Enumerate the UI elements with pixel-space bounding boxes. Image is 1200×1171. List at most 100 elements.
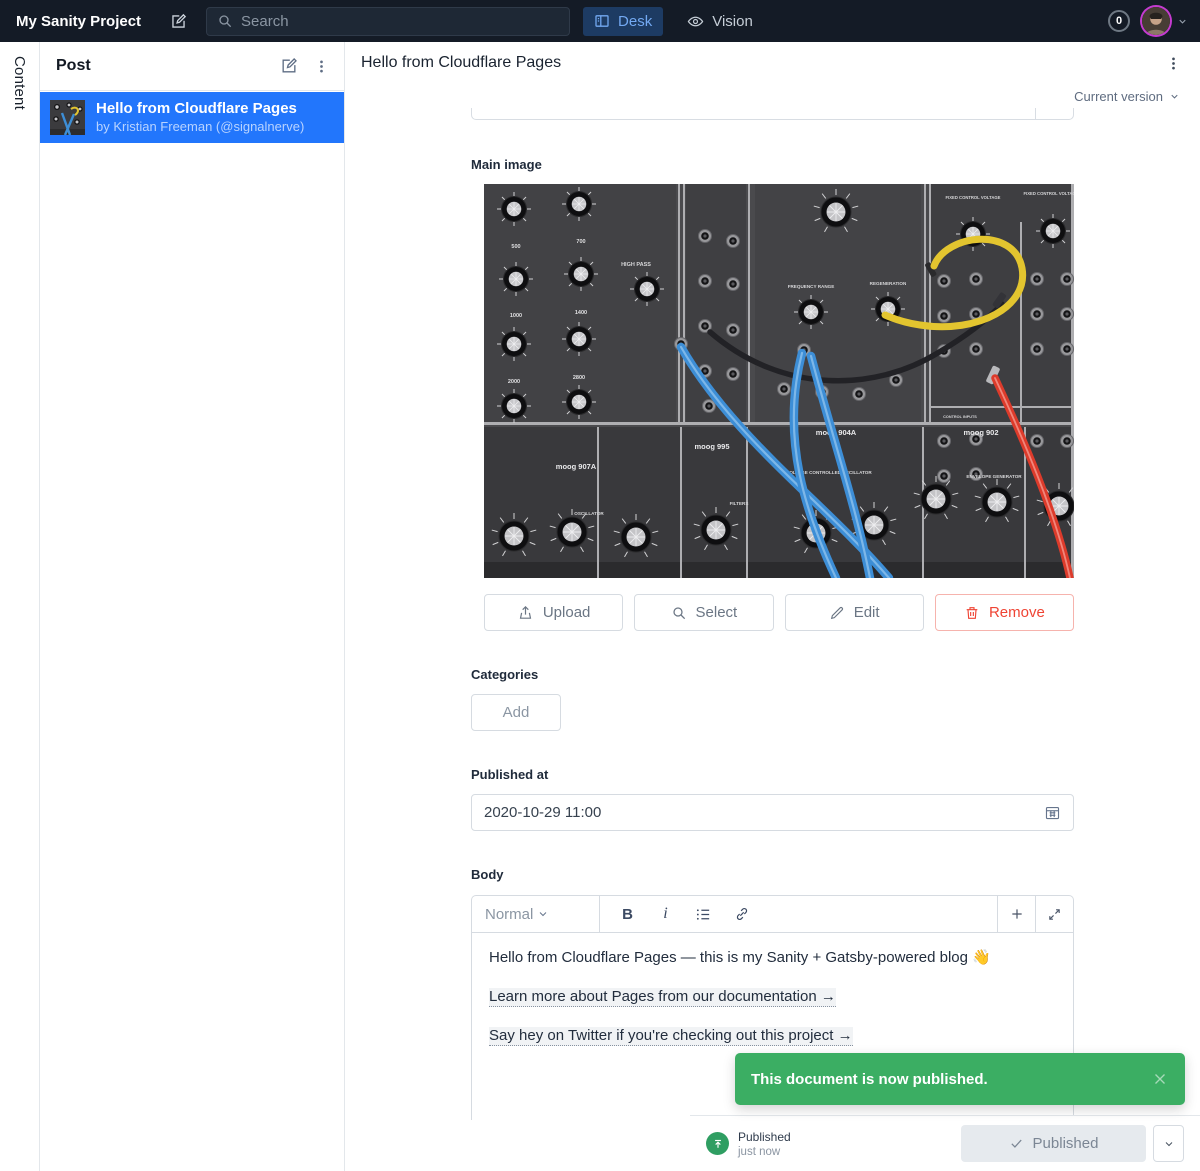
remove-button[interactable]: Remove	[935, 594, 1074, 631]
list-pane-menu-button[interactable]	[305, 50, 338, 83]
edit-button[interactable]: Edit	[785, 594, 924, 631]
publish-toast: This document is now published.	[735, 1053, 1185, 1105]
bullet-list-button[interactable]	[687, 898, 720, 931]
calendar-icon[interactable]	[1044, 804, 1061, 821]
slug-generate-cell[interactable]	[1035, 108, 1073, 119]
body-link[interactable]: Learn more about Pages from our document…	[489, 988, 836, 1007]
document-title: Hello from Cloudflare Pages	[361, 54, 1157, 72]
categories-label: Categories	[471, 667, 1074, 682]
svg-text:700: 700	[576, 239, 585, 245]
svg-text:FIXED CONTROL VOLTAGE: FIXED CONTROL VOLTAGE	[946, 195, 1001, 200]
select-button[interactable]: Select	[634, 594, 773, 631]
image-actions: Upload Select Edit	[484, 594, 1074, 631]
list-item-title: Hello from Cloudflare Pages	[96, 99, 304, 119]
italic-button[interactable]: i	[649, 898, 682, 931]
fullscreen-button[interactable]	[1035, 896, 1073, 932]
new-document-button[interactable]	[162, 5, 195, 38]
main-image-widget: HIGH PASS FREQUENCY RANGE REGENERATION F…	[484, 184, 1074, 631]
publish-actions-menu-button[interactable]	[1153, 1125, 1184, 1162]
content-strip-label: Content	[11, 56, 28, 1171]
svg-text:FIXED CONTROL VOLTAGE: FIXED CONTROL VOLTAGE	[1024, 191, 1074, 196]
published-at-input[interactable]	[484, 804, 1044, 821]
chevron-down-icon	[1169, 91, 1180, 102]
document-editor-pane: Hello from Cloudflare Pages Current vers…	[345, 42, 1200, 1171]
svg-text:1400: 1400	[575, 310, 587, 316]
svg-text:REGENERATION: REGENERATION	[870, 281, 907, 286]
svg-text:FILTERS: FILTERS	[730, 501, 749, 506]
svg-text:1000: 1000	[510, 313, 522, 319]
project-name: My Sanity Project	[16, 13, 141, 30]
svg-text:moog 907A: moog 907A	[556, 462, 597, 471]
tab-vision[interactable]: Vision	[679, 7, 761, 36]
document-list-pane: Post Hello from Cloudflare Pages by Kris…	[40, 42, 345, 1171]
pencil-icon	[829, 605, 845, 621]
svg-text:CONTROL INPUTS: CONTROL INPUTS	[943, 415, 977, 419]
search-icon	[217, 13, 233, 29]
editor-toolbar: Normal B i	[472, 896, 1073, 933]
svg-text:ENVELOPE GENERATOR: ENVELOPE GENERATOR	[966, 474, 1022, 479]
create-new-post-button[interactable]	[272, 50, 305, 83]
expand-icon	[1047, 907, 1062, 922]
svg-text:HIGH PASS: HIGH PASS	[621, 262, 651, 268]
document-header: Hello from Cloudflare Pages	[345, 42, 1200, 84]
upload-button[interactable]: Upload	[484, 594, 623, 631]
notifications-badge[interactable]: 0	[1108, 10, 1130, 32]
chevron-down-icon	[1163, 1138, 1175, 1150]
top-navigation-bar: My Sanity Project Desk Vision 0	[0, 0, 1200, 42]
compose-icon	[169, 12, 188, 31]
bold-button[interactable]: B	[611, 898, 644, 931]
svg-text:500: 500	[511, 244, 520, 250]
svg-text:moog 995: moog 995	[694, 442, 729, 451]
user-avatar[interactable]	[1142, 7, 1170, 35]
document-menu-button[interactable]	[1157, 47, 1190, 80]
svg-text:OSCILLATOR: OSCILLATOR	[574, 511, 604, 516]
publish-button[interactable]: Published	[961, 1125, 1146, 1162]
main-image-preview: HIGH PASS FREQUENCY RANGE REGENERATION F…	[484, 184, 1074, 578]
version-selector[interactable]: Current version	[345, 84, 1200, 108]
bullet-list-icon	[695, 906, 712, 923]
slug-field-partial[interactable]	[471, 108, 1074, 120]
svg-text:moog 902: moog 902	[963, 428, 998, 437]
eye-icon	[687, 13, 704, 30]
insert-block-button[interactable]	[997, 896, 1035, 932]
published-at-field	[471, 794, 1074, 831]
version-label: Current version	[1074, 89, 1163, 104]
kebab-icon	[1165, 55, 1182, 72]
close-icon[interactable]	[1151, 1070, 1169, 1088]
user-menu-chevron-icon[interactable]	[1177, 16, 1188, 27]
tab-desk[interactable]: Desk	[583, 7, 663, 36]
content-tool-strip[interactable]: Content	[0, 42, 40, 1171]
add-category-button[interactable]: Add	[471, 694, 561, 731]
document-form: Main image	[471, 108, 1074, 1120]
publish-status-label: Published	[738, 1130, 791, 1144]
trash-icon	[964, 605, 980, 621]
body-paragraph[interactable]: Hello from Cloudflare Pages — this is my…	[489, 947, 1056, 969]
kebab-icon	[313, 58, 330, 75]
toast-message: This document is now published.	[751, 1071, 1151, 1088]
body-label: Body	[471, 867, 1074, 882]
search-input[interactable]	[241, 13, 559, 30]
list-pane-title: Post	[56, 57, 272, 75]
upload-icon	[517, 604, 534, 621]
compose-icon	[279, 56, 299, 76]
plus-icon	[1009, 906, 1025, 922]
chevron-down-icon	[537, 908, 589, 920]
main-image-label: Main image	[471, 157, 1074, 172]
svg-text:2800: 2800	[573, 375, 585, 381]
text-style-select[interactable]: Normal	[472, 896, 600, 932]
list-item-subtitle: by Kristian Freeman (@signalnerve)	[96, 119, 304, 136]
publish-status-time: just now	[738, 1146, 791, 1158]
svg-text:FREQUENCY RANGE: FREQUENCY RANGE	[788, 284, 835, 289]
link-icon	[734, 906, 750, 922]
list-pane-header: Post	[40, 42, 344, 91]
list-item-thumbnail	[50, 100, 85, 135]
link-button[interactable]	[725, 898, 758, 931]
check-icon	[1009, 1136, 1024, 1151]
body-link[interactable]: Say hey on Twitter if you're checking ou…	[489, 1027, 853, 1046]
search-icon	[671, 605, 687, 621]
format-tools: B i	[600, 896, 997, 932]
document-status-bar: Published just now Published	[690, 1115, 1200, 1171]
list-item[interactable]: Hello from Cloudflare Pages by Kristian …	[40, 92, 344, 143]
global-search[interactable]	[206, 7, 570, 36]
svg-text:2000: 2000	[508, 379, 520, 385]
